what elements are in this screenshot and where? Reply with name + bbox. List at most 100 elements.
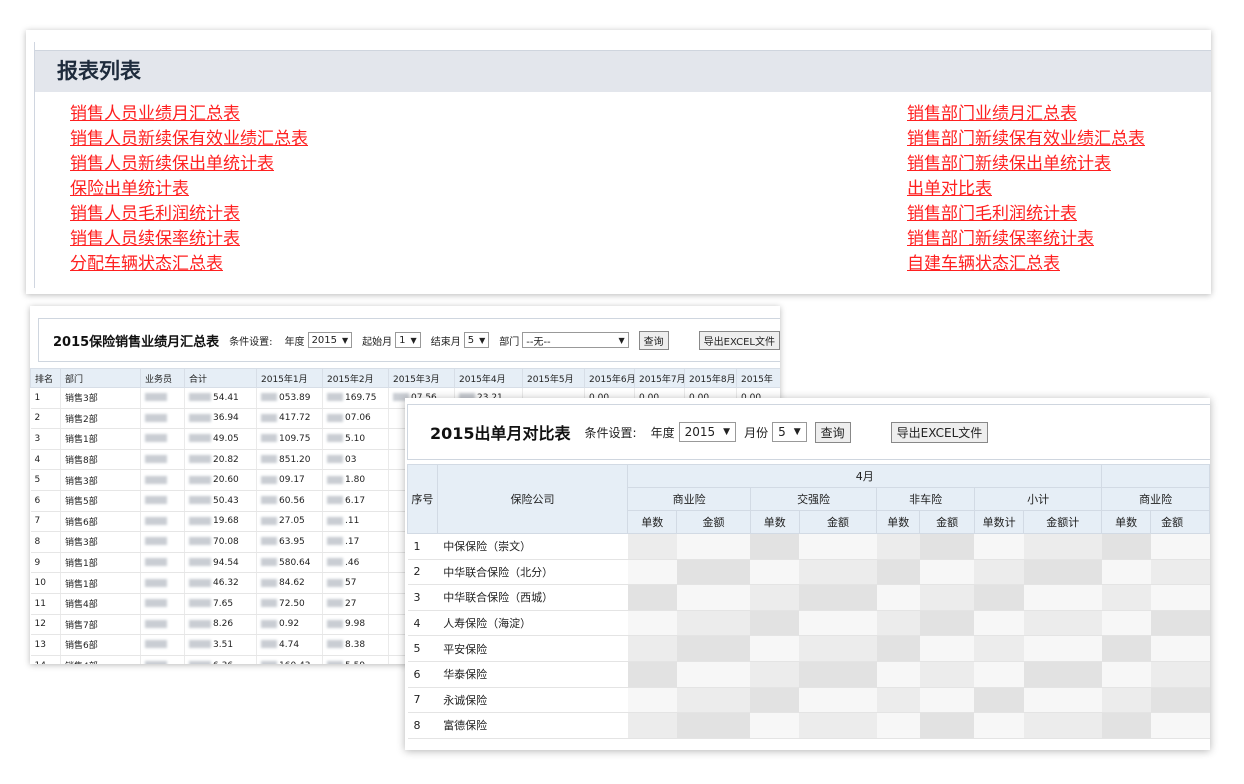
report-list-inner: 报表列表 销售人员业绩月汇总表 销售人员新续保有效业绩汇总表 销售人员新续保出单…	[34, 42, 1211, 288]
column-header[interactable]: 2015年8月	[684, 368, 737, 388]
dept-select-value: --无--	[526, 336, 551, 348]
cell-value: 销售7部	[65, 620, 98, 631]
report-link-dept-monthly[interactable]: 销售部门业绩月汇总表	[907, 102, 1145, 127]
redacted-cell	[799, 635, 877, 662]
redacted-block	[327, 578, 343, 587]
column-header[interactable]: 2015年3月	[388, 368, 455, 388]
sub-header-count: 单数	[1101, 510, 1152, 534]
column-header[interactable]: 2015年2月	[322, 368, 389, 388]
header-row-month: 序号 保险公司 4月	[407, 464, 1210, 534]
table-cell: 60.56	[256, 490, 323, 512]
redacted-block	[327, 413, 343, 422]
redacted-cell	[974, 584, 1024, 611]
redacted-cell	[627, 584, 677, 611]
group-header-commercial: 商业险	[627, 487, 751, 511]
dept-cell: 销售1部	[60, 572, 141, 594]
redacted-block	[189, 434, 211, 443]
report-link-order-comparison[interactable]: 出单对比表	[907, 177, 1145, 202]
column-header[interactable]: 2015年4月	[454, 368, 523, 388]
salesperson-cell-redacted	[140, 634, 185, 656]
cell-value: 销售4部	[65, 600, 98, 611]
redacted-cell	[974, 635, 1024, 662]
column-header[interactable]: 业务员	[140, 368, 185, 388]
report-link-sales-person-renewal-orders[interactable]: 销售人员新续保出单统计表	[70, 152, 308, 177]
report-link-dept-profit[interactable]: 销售部门毛利润统计表	[907, 202, 1145, 227]
sub-header-amount: 金额	[1150, 510, 1210, 534]
export-excel-button[interactable]: 导出EXCEL文件	[698, 330, 780, 350]
redacted-cell	[876, 712, 920, 739]
month-select[interactable]: 5 ▼	[772, 422, 807, 442]
dept-select[interactable]: --无-- ▼	[522, 332, 629, 348]
report-link-sales-person-profit[interactable]: 销售人员毛利润统计表	[70, 202, 308, 227]
redacted-block	[189, 393, 211, 402]
redacted-block	[189, 661, 211, 664]
redacted-cell	[1023, 661, 1102, 688]
query-button[interactable]: 查询	[638, 330, 669, 350]
report-link-dept-renewal-effective[interactable]: 销售部门新续保有效业绩汇总表	[907, 127, 1145, 152]
redacted-cell	[919, 533, 975, 560]
redacted-cell	[676, 661, 751, 688]
redacted-block	[189, 640, 211, 649]
report-link-dept-renewal-orders[interactable]: 销售部门新续保出单统计表	[907, 152, 1145, 177]
redacted-cell	[1023, 712, 1102, 739]
start-month-select[interactable]: 1 ▼	[395, 332, 421, 348]
redacted-block	[261, 537, 277, 546]
cell-value: 27	[345, 598, 357, 609]
column-header-index[interactable]: 序号	[407, 464, 438, 534]
report-link-sales-person-renewal-effective[interactable]: 销售人员新续保有效业绩汇总表	[70, 127, 308, 152]
column-header[interactable]: 2015年1月	[256, 368, 323, 388]
chevron-down-icon: ▼	[342, 335, 349, 345]
cell-value: 7	[34, 516, 41, 527]
query-button[interactable]: 查询	[814, 421, 851, 443]
rank-cell: 6	[30, 490, 61, 512]
salesperson-cell-redacted	[140, 387, 185, 409]
chevron-down-icon: ▼	[479, 335, 486, 345]
redacted-block	[145, 475, 167, 484]
report-link-assigned-vehicle-status[interactable]: 分配车辆状态汇总表	[70, 252, 308, 277]
cell-value: 13	[34, 639, 46, 650]
redacted-block	[261, 434, 277, 443]
cell-value: 94.54	[213, 557, 239, 568]
column-header[interactable]: 排名	[30, 368, 61, 388]
cell-value: 1.80	[345, 475, 366, 486]
end-month-select[interactable]: 5 ▼	[463, 332, 490, 348]
report-link-dept-renewal-rate[interactable]: 销售部门新续保率统计表	[907, 227, 1145, 252]
table-row: 2 中华联合保险（北分）	[407, 559, 1210, 586]
table-cell: 8.26	[184, 614, 257, 636]
table-cell: 6.17	[322, 490, 389, 512]
start-month-label: 起始月	[362, 336, 393, 348]
redacted-cell	[627, 635, 677, 662]
cell-value: 12	[34, 619, 46, 630]
report-link-self-vehicle-status[interactable]: 自建车辆状态汇总表	[907, 252, 1145, 277]
column-header[interactable]: 部门	[60, 368, 141, 388]
company-cell: 永诚保险	[437, 687, 628, 714]
table-cell: 5.10	[322, 428, 389, 450]
redacted-cell	[876, 533, 920, 560]
report-list-panel: 报表列表 销售人员业绩月汇总表 销售人员新续保有效业绩汇总表 销售人员新续保出单…	[26, 30, 1211, 294]
column-header[interactable]: 2015年5月	[522, 368, 585, 388]
report-link-sales-person-monthly[interactable]: 销售人员业绩月汇总表	[70, 102, 308, 127]
redacted-block	[327, 496, 343, 505]
redacted-block	[261, 393, 277, 402]
column-header[interactable]: 2015年6月	[584, 368, 636, 388]
dept-cell: 销售6部	[60, 511, 141, 533]
column-header[interactable]: 2015年	[736, 368, 780, 388]
column-header-company[interactable]: 保险公司	[436, 464, 629, 534]
year-select[interactable]: 2015 ▼	[678, 422, 737, 442]
cell-value: 46.32	[213, 578, 239, 589]
comparison-title: 2015出单月对比表	[430, 424, 571, 443]
report-link-insurance-orders[interactable]: 保险出单统计表	[70, 177, 308, 202]
company-cell: 平安保险	[437, 635, 628, 662]
year-select[interactable]: 2015 ▼	[307, 332, 353, 348]
redacted-cell	[876, 687, 920, 714]
column-header[interactable]: 2015年7月	[634, 368, 686, 388]
export-excel-button[interactable]: 导出EXCEL文件	[890, 421, 989, 443]
redacted-block	[327, 619, 343, 628]
cell-value: 销售2部	[65, 414, 98, 425]
group-header-compulsory: 交强险	[749, 487, 878, 511]
redacted-block	[327, 434, 343, 443]
cell-value: 销售3部	[65, 538, 98, 549]
redacted-block	[145, 413, 167, 422]
report-link-sales-person-renewal-rate[interactable]: 销售人员续保率统计表	[70, 227, 308, 252]
column-header[interactable]: 合计	[184, 368, 257, 388]
